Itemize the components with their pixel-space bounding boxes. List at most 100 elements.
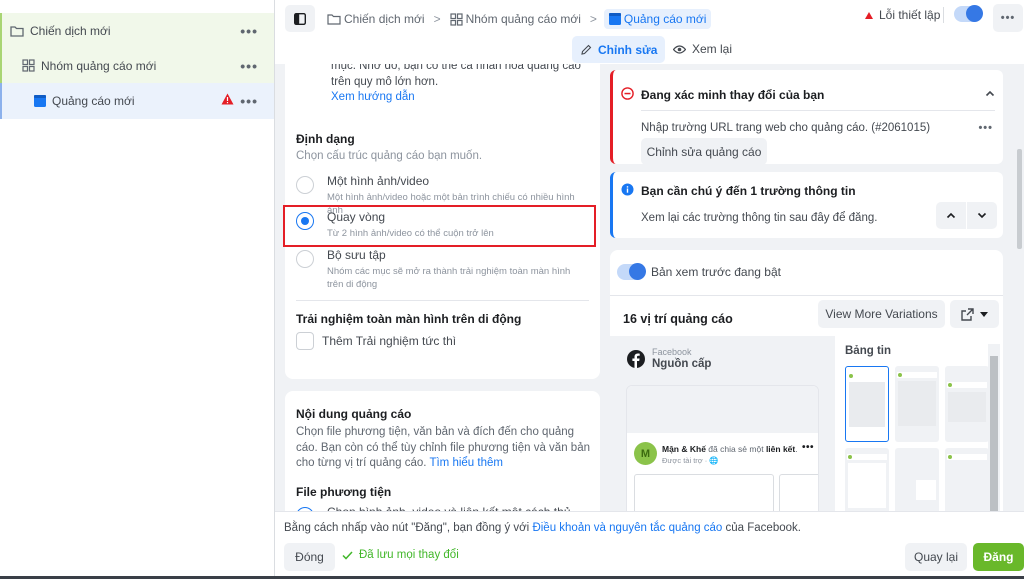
- field-navigation: [936, 202, 997, 229]
- folder-icon: [10, 25, 24, 37]
- ad-square-icon: [608, 13, 621, 25]
- mock-ad-post: M Mận & Khế đã chia sẻ một liên kết. Đượ…: [626, 385, 819, 511]
- tree-item-label: Nhóm quảng cáo mới: [41, 58, 157, 73]
- divider: [610, 295, 1003, 296]
- mobile-experience-title: Trải nghiệm toàn màn hình trên di động: [296, 312, 522, 326]
- preview-toggle-row[interactable]: Bản xem trước đang bật: [617, 263, 781, 280]
- next-field-button[interactable]: [967, 202, 997, 229]
- tree-item-adset[interactable]: Nhóm quảng cáo mới •••: [0, 48, 274, 83]
- guide-link[interactable]: Xem hướng dẫn: [331, 90, 589, 106]
- format-subtitle: Chọn cấu trúc quảng cáo bạn muốn.: [296, 150, 483, 162]
- setup-error-indicator[interactable]: Lỗi thiết lập: [865, 8, 940, 22]
- thumbs-title: Bảng tin: [845, 345, 891, 357]
- publish-button[interactable]: Đăng: [973, 543, 1024, 571]
- format-title: Định dạng: [296, 132, 355, 146]
- more-icon[interactable]: •••: [240, 94, 258, 108]
- close-button[interactable]: Đóng: [284, 543, 335, 571]
- radio-button[interactable]: [296, 250, 314, 268]
- format-intro: của quảng cáo cho từng người khi bạn dùn…: [331, 64, 589, 106]
- media-title: File phương tiện: [296, 485, 392, 499]
- format-card: của quảng cáo cho từng người khi bạn dùn…: [283, 64, 600, 379]
- top-bar: Chiến dịch mới > Nhóm quảng cáo mới > Qu…: [275, 0, 1024, 36]
- placement-thumbnail[interactable]: [895, 366, 939, 442]
- placement-thumbnail[interactable]: [845, 448, 889, 511]
- placement-thumbnail[interactable]: [945, 448, 989, 511]
- warning-icon: [221, 93, 234, 108]
- folder-icon: [327, 14, 341, 25]
- warning-icon: [865, 11, 873, 19]
- more-icon[interactable]: •••: [240, 24, 258, 38]
- post-top-placeholder: [627, 386, 818, 433]
- highlight-annotation: [283, 205, 596, 247]
- tree-item-campaign[interactable]: Chiến dịch mới •••: [0, 13, 274, 48]
- info-icon: [621, 183, 634, 199]
- campaign-tree-sidebar: Chiến dịch mới ••• Nhóm quảng cáo mới ••…: [0, 0, 275, 579]
- ad-status-toggle[interactable]: [954, 5, 983, 22]
- feed-preview: Facebook Nguồn cấp M Mận & Khế đã chia s…: [610, 336, 835, 511]
- grid-icon: [449, 12, 463, 26]
- placement-thumbnails: Bảng tin: [835, 336, 1003, 511]
- back-button[interactable]: Quay lại: [905, 543, 967, 571]
- edit-mode-tab[interactable]: Chỉnh sửa: [572, 36, 666, 63]
- review-mode-tab[interactable]: Xem lại: [673, 42, 732, 56]
- platform-name: Facebook: [652, 347, 692, 357]
- saved-status: Đã lưu mọi thay đổi: [342, 549, 459, 561]
- carousel-card-placeholder: [779, 474, 818, 511]
- chevron-up-icon[interactable]: [985, 86, 995, 100]
- placement-thumbnail[interactable]: [945, 366, 989, 442]
- panel-icon: [294, 12, 306, 25]
- placement-thumbnail[interactable]: [845, 366, 889, 442]
- tree-item-label: Chiến dịch mới: [30, 23, 111, 38]
- previous-field-button[interactable]: [936, 202, 966, 229]
- thumbnails-scrollbar[interactable]: [988, 344, 1000, 511]
- ad-content-desc: Chọn file phương tiện, văn bản và đích đ…: [296, 426, 590, 469]
- editor-content: của quảng cáo cho từng người khi bạn dùn…: [275, 64, 1024, 511]
- more-icon[interactable]: •••: [240, 59, 258, 73]
- footer-bar: Bằng cách nhấp vào nút "Đăng", bạn đồng …: [275, 511, 1024, 579]
- post-author-line: Mận & Khế đã chia sẻ một liên kết.: [662, 444, 798, 454]
- tree-item-ad[interactable]: Quảng cáo mới •••: [0, 83, 274, 119]
- chevron-up-icon: [946, 212, 956, 219]
- ad-setup-column: của quảng cáo cho từng người khi bạn dùn…: [283, 64, 600, 511]
- mode-bar: Chỉnh sửa Xem lại: [275, 36, 1024, 64]
- breadcrumb-campaign[interactable]: Chiến dịch mới: [327, 12, 425, 26]
- divider: [296, 300, 589, 301]
- sponsored-label: Được tài trợ · 🌐: [662, 456, 719, 465]
- breadcrumb-adset[interactable]: Nhóm quảng cáo mới: [449, 12, 581, 26]
- ad-square-icon: [34, 95, 46, 107]
- instant-experience-checkbox[interactable]: [296, 332, 314, 350]
- breadcrumb-ad[interactable]: Quảng cáo mới: [603, 9, 712, 29]
- tree-item-label: Quảng cáo mới: [52, 94, 135, 108]
- placement-name: Nguồn cấp: [652, 358, 712, 370]
- ad-preview-card: Bản xem trước đang bật 16 vị trí quảng c…: [610, 250, 1003, 511]
- sidebar-toggle-button[interactable]: [285, 5, 315, 32]
- edit-ad-button[interactable]: Chỉnh sửa quảng cáo: [641, 138, 767, 165]
- terms-link[interactable]: Điều khoản và nguyên tắc quảng cáo: [532, 522, 722, 534]
- instant-experience-checkbox-row[interactable]: Thêm Trải nghiệm tức thì: [296, 332, 456, 350]
- view-more-variations-button[interactable]: View More Variations: [818, 300, 945, 328]
- more-icon: •••: [801, 442, 814, 453]
- more-options-button[interactable]: •••: [993, 4, 1023, 32]
- breadcrumb: Chiến dịch mới > Nhóm quảng cáo mới > Qu…: [327, 9, 712, 29]
- radio-button[interactable]: [296, 176, 314, 194]
- external-link-icon: [961, 307, 974, 321]
- chevron-down-icon: [977, 212, 987, 219]
- checkmark-icon: [342, 550, 353, 560]
- learn-more-link[interactable]: Tìm hiểu thêm: [429, 457, 503, 469]
- divider: [943, 7, 944, 23]
- facebook-logo-icon: [627, 350, 645, 371]
- info-alert: Bạn cần chú ý đến 1 trường thông tin Xem…: [610, 172, 1003, 238]
- ad-content-title: Nội dung quảng cáo: [296, 407, 412, 421]
- carousel-card-placeholder: [634, 474, 774, 511]
- more-icon[interactable]: •••: [978, 122, 993, 134]
- grid-icon: [22, 59, 35, 72]
- breadcrumb-separator: >: [589, 12, 597, 26]
- breadcrumb-separator: >: [433, 12, 441, 26]
- main-scrollbar[interactable]: [1017, 149, 1022, 249]
- placement-thumbnail[interactable]: [895, 448, 939, 511]
- share-dropdown-button[interactable]: [950, 300, 999, 328]
- pencil-icon: [581, 44, 592, 55]
- terms-text: Bằng cách nhấp vào nút "Đăng", bạn đồng …: [284, 522, 801, 534]
- preview-toggle[interactable]: [617, 263, 646, 280]
- caret-down-icon: [980, 311, 988, 317]
